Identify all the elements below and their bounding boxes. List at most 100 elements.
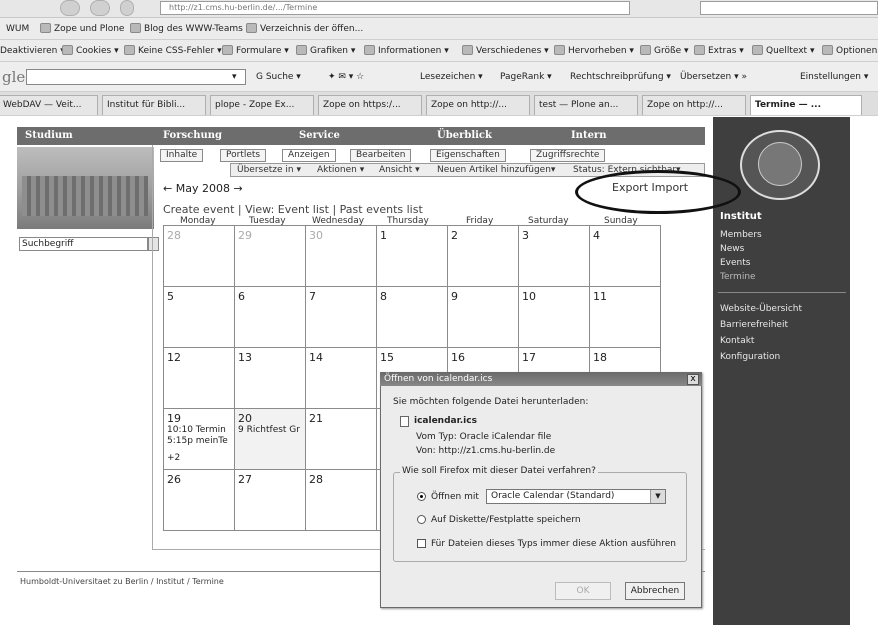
reload-icon[interactable] [120, 0, 134, 16]
calendar-day[interactable]: 11 [589, 286, 661, 348]
calendar-day[interactable]: 28 [305, 469, 377, 531]
webdev-menu[interactable]: Grafiken ▾ [296, 44, 355, 58]
always-do-label[interactable]: Für Dateien dieses Typs immer diese Akti… [431, 539, 676, 549]
tab-bearbeiten[interactable]: Bearbeiten [350, 149, 412, 162]
webdev-menu[interactable]: Cookies ▾ [62, 44, 119, 58]
calendar-day[interactable]: 1 [376, 225, 448, 287]
translate-menu[interactable]: Übersetze in ▾ [237, 165, 301, 175]
nav-forschung[interactable]: Forschung [163, 130, 222, 141]
webdev-menu[interactable]: Deaktivieren ▾ [0, 44, 65, 58]
webdev-menu[interactable]: Verschiedenes ▾ [462, 44, 549, 58]
tab[interactable]: plope - Zope Ex... [210, 95, 314, 115]
forward-icon[interactable] [90, 0, 110, 16]
site-search-input[interactable]: Suchbegriff [19, 237, 148, 251]
event-entry[interactable]: 10:10 Termin [167, 425, 231, 436]
bookmark-item[interactable]: Zope und Plone [40, 22, 124, 36]
sidebar-item-configuration[interactable]: Konfiguration [720, 352, 780, 362]
save-to-disk-label[interactable]: Auf Diskette/Festplatte speichern [431, 515, 581, 525]
calendar-day[interactable]: 20 9 Richtfest Gr [234, 408, 306, 470]
tab[interactable]: Zope on http://... [642, 95, 746, 115]
calendar-day[interactable]: 2 [447, 225, 519, 287]
calendar-day[interactable]: 6 [234, 286, 306, 348]
calendar-day[interactable]: 5 [163, 286, 235, 348]
close-icon[interactable]: x [687, 374, 699, 385]
back-icon[interactable] [60, 0, 80, 16]
more-events-link[interactable]: +2 [167, 453, 231, 464]
calendar-day[interactable]: 10 [518, 286, 590, 348]
save-to-disk-radio[interactable] [417, 515, 426, 524]
webdev-menu[interactable]: Hervorheben ▾ [554, 44, 634, 58]
tab[interactable]: Zope on http://... [426, 95, 530, 115]
toolbar-icons[interactable]: ✦ ✉ ▾ ☆ [328, 70, 364, 84]
calendar-day[interactable]: 27 [234, 469, 306, 531]
nav-intern[interactable]: Intern [571, 130, 606, 141]
tab-active[interactable]: Termine — ... [750, 95, 862, 115]
calendar-day[interactable]: 3 [518, 225, 590, 287]
bookmark-item[interactable]: Blog des WWW-Teams [130, 22, 243, 36]
event-entry[interactable]: 9 Richtfest Gr [238, 425, 302, 436]
sidebar-item-accessibility[interactable]: Barrierefreiheit [720, 320, 788, 330]
ok-button[interactable]: OK [555, 582, 611, 600]
bookmark-item[interactable]: WUM [6, 22, 29, 36]
chevron-down-icon[interactable]: ▼ [650, 490, 665, 503]
cancel-button[interactable]: Abbrechen [625, 582, 685, 600]
sidebar-item-events[interactable]: Events [720, 258, 750, 268]
google-search-input[interactable] [26, 69, 246, 85]
pagerank-menu[interactable]: PageRank ▾ [500, 70, 552, 84]
event-entry[interactable]: 5:15p meinTe [167, 436, 231, 447]
calendar-day[interactable]: 29 [234, 225, 306, 287]
always-do-checkbox[interactable] [417, 539, 426, 548]
calendar-day[interactable]: 13 [234, 347, 306, 409]
calendar-day[interactable]: 12 [163, 347, 235, 409]
sidebar-item-sitemap[interactable]: Website-Übersicht [720, 304, 802, 314]
open-with-radio[interactable] [417, 492, 426, 501]
webdev-menu[interactable]: Informationen ▾ [364, 44, 449, 58]
calendar-day[interactable]: 4 [589, 225, 661, 287]
url-field[interactable]: http://z1.cms.hu-berlin.de/.../Termine [160, 1, 630, 15]
tab[interactable]: Zope on https:/... [318, 95, 422, 115]
tab-zugriffsrechte[interactable]: Zugriffsrechte [530, 149, 606, 162]
nav-studium[interactable]: Studium [25, 130, 73, 141]
application-select[interactable]: Oracle Calendar (Standard) [486, 489, 666, 504]
browser-search-field[interactable] [700, 1, 878, 15]
google-search-button[interactable]: G Suche ▾ [256, 70, 301, 84]
tab[interactable]: Institut für Bibli... [102, 95, 206, 115]
bookmarks-menu[interactable]: Lesezeichen ▾ [420, 70, 483, 84]
translate-menu[interactable]: Übersetzen ▾ » [680, 70, 747, 84]
webdev-menu[interactable]: Keine CSS-Fehler ▾ [124, 44, 222, 58]
open-with-label[interactable]: Öffnen mit [431, 492, 479, 502]
sidebar-item-news[interactable]: News [720, 244, 744, 254]
webdev-menu[interactable]: Optionen [822, 44, 877, 58]
search-icon[interactable] [148, 237, 159, 251]
calendar-day[interactable]: 9 [447, 286, 519, 348]
calendar-day[interactable]: 21 [305, 408, 377, 470]
calendar-day[interactable]: 19 10:10 Termin 5:15p meinTe +2 [163, 408, 235, 470]
nav-ueberblick[interactable]: Überblick [437, 130, 492, 141]
settings-menu[interactable]: Einstellungen ▾ [800, 70, 868, 84]
calendar-day[interactable]: 7 [305, 286, 377, 348]
webdev-menu[interactable]: Quelltext ▾ [752, 44, 814, 58]
calendar-day[interactable]: 30 [305, 225, 377, 287]
sidebar-item-termine[interactable]: Termine [720, 272, 756, 282]
calendar-day[interactable]: 8 [376, 286, 448, 348]
sidebar-item-members[interactable]: Members [720, 230, 762, 240]
sidebar-heading[interactable]: Institut [720, 211, 762, 222]
webdev-menu[interactable]: Formulare ▾ [222, 44, 289, 58]
nav-service[interactable]: Service [299, 130, 340, 141]
tab-eigenschaften[interactable]: Eigenschaften [430, 149, 506, 162]
webdev-menu[interactable]: Größe ▾ [640, 44, 689, 58]
calendar-day[interactable]: 14 [305, 347, 377, 409]
spellcheck-menu[interactable]: Rechtschreibprüfung ▾ [570, 70, 671, 84]
add-item-menu[interactable]: Neuen Artikel hinzufügen▾ [437, 165, 555, 175]
calendar-day[interactable]: 26 [163, 469, 235, 531]
tab-portlets[interactable]: Portlets [220, 149, 267, 162]
actions-menu[interactable]: Aktionen ▾ [317, 165, 364, 175]
calendar-day[interactable]: 28 [163, 225, 235, 287]
chevron-down-icon[interactable]: ▾ [232, 70, 237, 84]
tab[interactable]: WebDAV — Veit... [0, 95, 98, 115]
webdev-menu[interactable]: Extras ▾ [694, 44, 744, 58]
tab-inhalte[interactable]: Inhalte [160, 149, 204, 162]
view-menu[interactable]: Ansicht ▾ [379, 165, 420, 175]
tab[interactable]: test — Plone an... [534, 95, 638, 115]
month-navigator[interactable]: ← May 2008 → [163, 182, 243, 195]
